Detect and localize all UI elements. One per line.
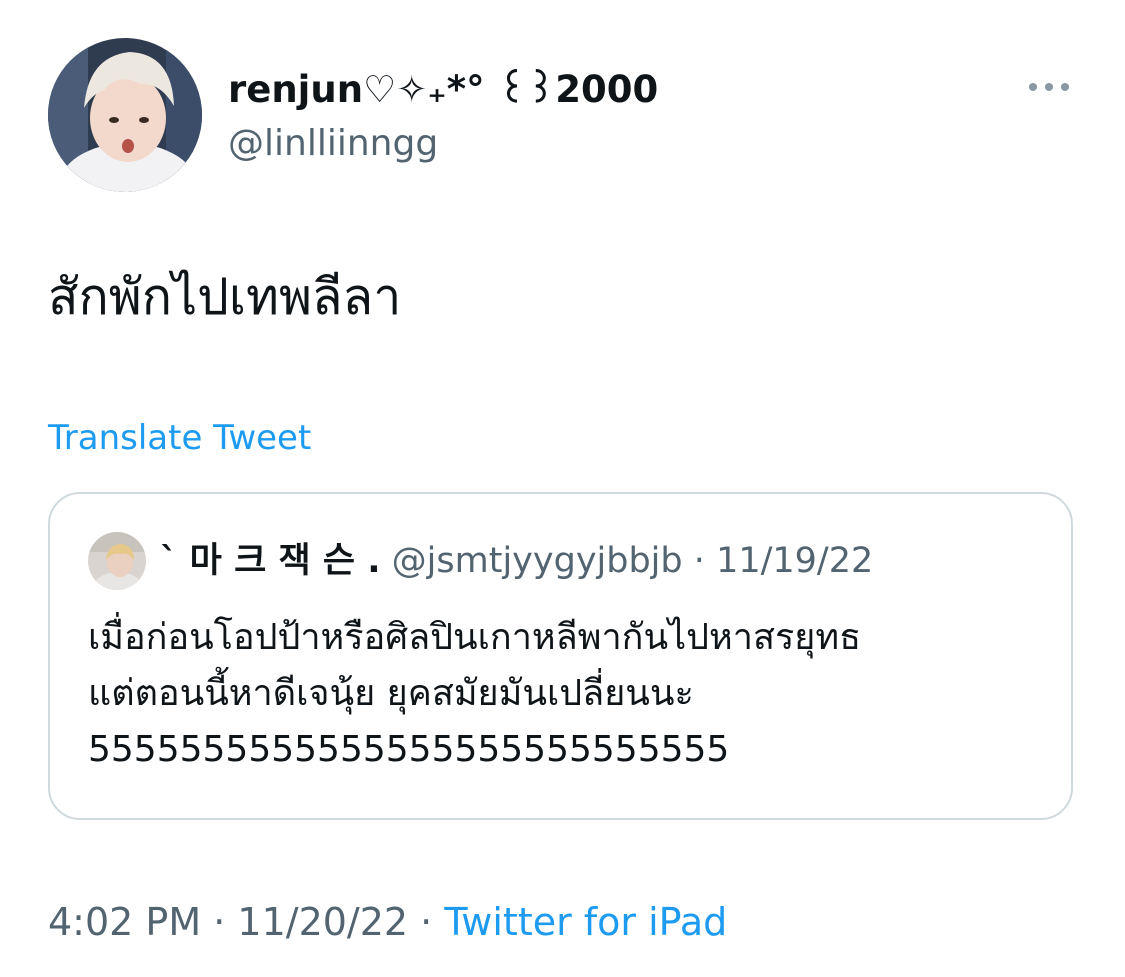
more-horizontal-icon: [1029, 83, 1069, 91]
quoted-tweet-text: เมื่อก่อนโอปป้าหรือศิลปินเกาหลีพากันไปหา…: [88, 610, 861, 778]
quoted-header-separator: ·: [693, 541, 705, 581]
tweet-footer: 4:02 PM · 11/20/22 · Twitter for iPad: [48, 897, 727, 947]
quoted-tweet-date: 11/19/22: [716, 541, 874, 581]
quoted-author-name: ` 마 크 잭 슨 .: [160, 541, 381, 581]
author-handle[interactable]: @linlliinngg: [228, 120, 438, 168]
tweet-time[interactable]: 4:02 PM: [48, 900, 201, 944]
tweet-text: สักพักไปเทพลีลา: [48, 268, 402, 326]
footer-separator: ·: [213, 900, 226, 944]
quoted-author-avatar: [88, 532, 146, 590]
quoted-tweet-card[interactable]: ` 마 크 잭 슨 . @jsmtjyygyjbbjb · 11/19/22 เ…: [48, 492, 1073, 820]
tweet-source-link[interactable]: Twitter for iPad: [444, 900, 727, 944]
quoted-tweet-header: ` 마 크 잭 슨 . @jsmtjyygyjbbjb · 11/19/22: [160, 538, 873, 584]
translate-tweet-link[interactable]: Translate Tweet: [48, 416, 311, 460]
footer-separator: ·: [420, 900, 433, 944]
quoted-tweet-line: เมื่อก่อนโอปป้าหรือศิลปินเกาหลีพากันไปหา…: [88, 617, 862, 658]
author-avatar[interactable]: [48, 38, 202, 192]
tweet-date[interactable]: 11/20/22: [237, 900, 408, 944]
quoted-tweet-line: 5555555555555555555555555555: [88, 729, 730, 770]
quoted-tweet-line: แต่ตอนนี้หาดีเจนุ้ย ยุคสมัยมันเปลี่ยนนะ: [88, 673, 694, 714]
author-display-name[interactable]: renjun♡✧₊*° ꒰꒱2000: [228, 66, 658, 114]
quoted-author-handle: @jsmtjyygyjbbjb: [391, 541, 683, 581]
more-options-button[interactable]: [1024, 72, 1074, 102]
